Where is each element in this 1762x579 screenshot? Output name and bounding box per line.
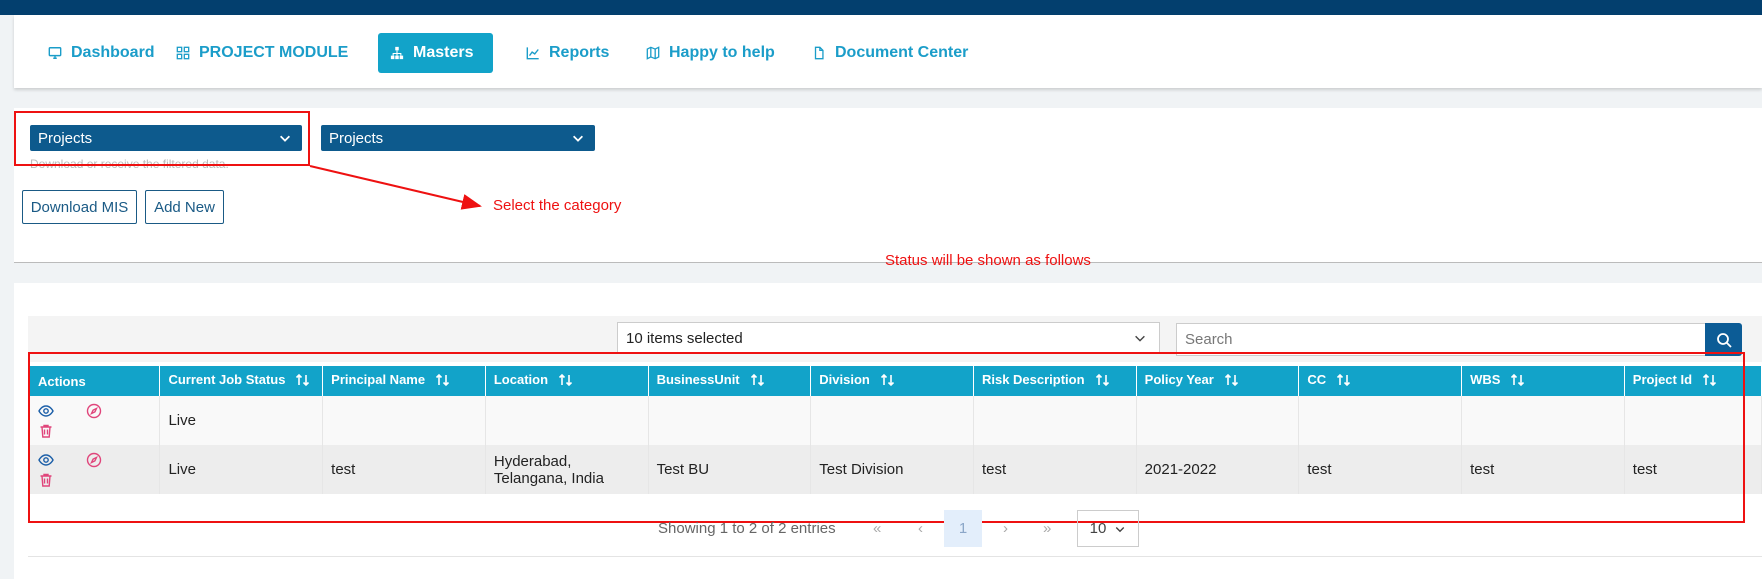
chevron-down-icon (1135, 335, 1145, 342)
nav-project-module[interactable]: PROJECT MODULE (164, 33, 360, 73)
chart-line-icon (526, 47, 539, 60)
annotation-select-category: Select the category (493, 197, 622, 214)
annotation-status-note: Status will be shown as follows (885, 252, 1091, 269)
pagination-first[interactable]: « (873, 520, 881, 537)
nav-reports[interactable]: Reports (514, 33, 621, 73)
pagination: Showing 1 to 2 of 2 entries « ‹ 1 › » 10 (0, 510, 1762, 550)
add-new-button[interactable]: Add New (145, 190, 224, 224)
pagination-prev[interactable]: ‹ (918, 520, 923, 537)
sub-category-select[interactable]: Projects (321, 125, 595, 151)
nav-document-center-label: Document Center (835, 44, 969, 61)
grid-icon (176, 46, 190, 60)
monitor-icon (48, 47, 62, 59)
pagination-info: Showing 1 to 2 of 2 entries (658, 520, 836, 537)
download-mis-button[interactable]: Download MIS (22, 190, 137, 224)
top-bar (0, 0, 1762, 15)
search-icon (1716, 332, 1732, 348)
nav-happy-to-help[interactable]: Happy to help (634, 33, 787, 73)
chevron-down-icon (1116, 526, 1125, 532)
document-icon (814, 46, 824, 60)
sub-category-select-value: Projects (329, 129, 384, 147)
columns-select-value: 10 items selected (626, 329, 743, 347)
map-icon (646, 46, 660, 60)
page-size-select[interactable]: 10 (1077, 510, 1139, 547)
annotation-box-category (14, 111, 310, 166)
pagination-next[interactable]: › (1003, 520, 1008, 537)
pagination-current-page[interactable]: 1 (944, 510, 982, 547)
nav-masters[interactable]: Masters (378, 33, 493, 73)
sitemap-icon (390, 46, 404, 60)
nav-masters-label: Masters (413, 44, 474, 61)
nav-happy-to-help-label: Happy to help (669, 44, 775, 61)
main-nav: Dashboard PROJECT MODULE Masters Reports… (14, 15, 1762, 88)
divider (28, 556, 1762, 557)
nav-reports-label: Reports (549, 44, 610, 61)
nav-document-center[interactable]: Document Center (800, 33, 980, 73)
page-size-value: 10 (1089, 520, 1107, 537)
chevron-down-icon (573, 135, 583, 142)
nav-dashboard[interactable]: Dashboard (36, 33, 167, 73)
nav-project-module-label: PROJECT MODULE (199, 44, 349, 61)
annotation-box-status (28, 352, 1745, 523)
columns-select[interactable]: 10 items selected (617, 322, 1160, 354)
nav-dashboard-label: Dashboard (71, 44, 155, 61)
pagination-last[interactable]: » (1043, 520, 1051, 537)
